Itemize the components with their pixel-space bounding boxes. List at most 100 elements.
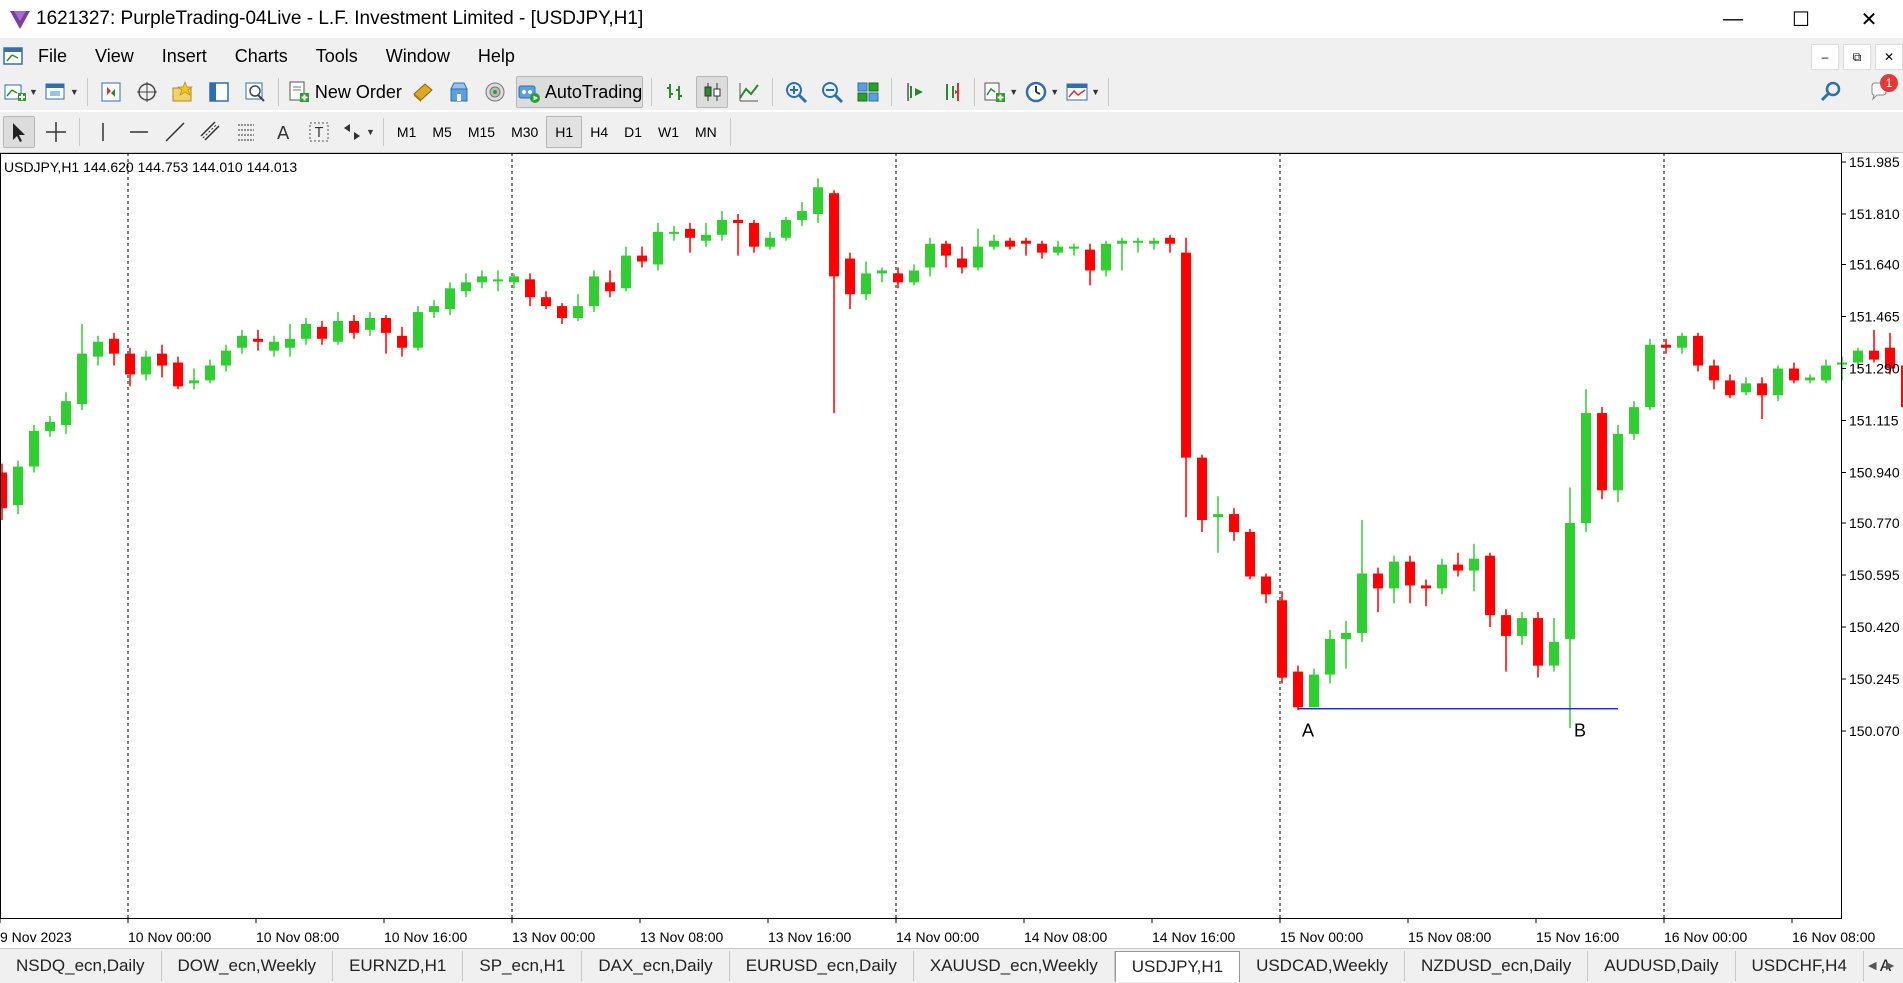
terminal-button[interactable] bbox=[204, 77, 234, 107]
standard-toolbar: ▼ ▼ New Order AutoTrading ▼ ▼ ▼ 1 bbox=[0, 74, 1903, 110]
timeframe-m1[interactable]: M1 bbox=[389, 117, 424, 147]
timeframe-m15[interactable]: M15 bbox=[460, 117, 503, 147]
horizontal-line-button[interactable] bbox=[124, 117, 154, 147]
zoom-in-button[interactable] bbox=[781, 77, 811, 107]
y-axis-label: 150.245 bbox=[1849, 671, 1900, 687]
menu-help[interactable]: Help bbox=[464, 38, 529, 74]
equidistant-channel-button[interactable] bbox=[196, 117, 226, 147]
tab-audusd-daily[interactable]: AUDUSD,Daily bbox=[1588, 951, 1736, 981]
chart-close-button[interactable]: ✕ bbox=[1875, 44, 1903, 70]
data-window-button[interactable] bbox=[132, 77, 162, 107]
market-button[interactable] bbox=[444, 77, 474, 107]
y-axis-label: 151.640 bbox=[1849, 257, 1900, 273]
templates-button[interactable]: ▼ bbox=[1065, 77, 1100, 107]
menu-view[interactable]: View bbox=[81, 38, 148, 74]
chart-restore-button[interactable]: ⧉ bbox=[1843, 44, 1871, 70]
tab-usdchf-h4[interactable]: USDCHF,H4 bbox=[1736, 951, 1864, 981]
tab-eurusd-ecn-daily[interactable]: EURUSD_ecn,Daily bbox=[730, 951, 914, 981]
trendline-button[interactable] bbox=[160, 117, 190, 147]
candle-body bbox=[221, 350, 231, 366]
strategy-tester-button[interactable] bbox=[240, 77, 270, 107]
expert-editor-button[interactable] bbox=[408, 77, 438, 107]
x-axis-label: 10 Nov 00:00 bbox=[128, 929, 211, 945]
new-order-button[interactable]: New Order bbox=[287, 77, 402, 107]
window-close-button[interactable]: ✕ bbox=[1835, 0, 1903, 38]
tab-nzdusd-ecn-daily[interactable]: NZDUSD_ecn,Daily bbox=[1405, 951, 1589, 981]
candle-body bbox=[0, 472, 7, 509]
timeframe-mn[interactable]: MN bbox=[687, 117, 725, 147]
candlestick-chart[interactable]: A B 151.985 151.810 151.640 151.465 151.290 15… bbox=[0, 153, 1903, 948]
crosshair-button[interactable] bbox=[41, 117, 71, 147]
candle-body bbox=[1389, 561, 1399, 589]
price-chart[interactable]: A B 151.985 151.810 151.640 151.465 151.290 15… bbox=[0, 153, 1903, 948]
auto-scroll-button[interactable] bbox=[900, 77, 930, 107]
tab-xauusd-ecn-weekly[interactable]: XAUUSD_ecn,Weekly bbox=[914, 951, 1115, 981]
timeframe-d1[interactable]: D1 bbox=[616, 117, 650, 147]
candlestick-chart-button[interactable] bbox=[696, 76, 729, 108]
tab-sp-ecn-h1[interactable]: SP_ecn,H1 bbox=[463, 951, 583, 981]
vertical-line-button[interactable] bbox=[88, 117, 118, 147]
arrows-button[interactable]: ▼ bbox=[340, 117, 375, 147]
candle-body bbox=[1741, 383, 1751, 393]
y-axis-label: 150.420 bbox=[1849, 619, 1900, 635]
indicators-button[interactable]: ▼ bbox=[983, 77, 1018, 107]
timeframe-h4[interactable]: H4 bbox=[582, 117, 616, 147]
clock-icon bbox=[1025, 81, 1047, 103]
signals-button[interactable] bbox=[480, 77, 510, 107]
timeframe-h1[interactable]: H1 bbox=[546, 116, 583, 148]
candle-body bbox=[1309, 674, 1319, 708]
cursor-button[interactable] bbox=[3, 116, 35, 148]
candle-body bbox=[909, 270, 919, 283]
window-minimize-button[interactable]: — bbox=[1699, 0, 1767, 38]
window-maximize-button[interactable]: ☐ bbox=[1767, 0, 1835, 38]
tab-usdcad-weekly[interactable]: USDCAD,Weekly bbox=[1240, 951, 1405, 981]
timeframe-m30[interactable]: M30 bbox=[503, 117, 546, 147]
chart-shift-button[interactable] bbox=[936, 77, 966, 107]
menu-file[interactable]: File bbox=[24, 38, 81, 74]
tile-windows-button[interactable] bbox=[853, 77, 883, 107]
timeframe-m5[interactable]: M5 bbox=[424, 117, 459, 147]
tab-usdjpy-h1[interactable]: USDJPY,H1 bbox=[1114, 950, 1241, 982]
title-bar: 1621327: PurpleTrading-04Live - L.F. Inv… bbox=[0, 0, 1903, 38]
bar-chart-button[interactable] bbox=[660, 77, 690, 107]
candle-body bbox=[1085, 249, 1095, 271]
autotrading-button[interactable]: AutoTrading bbox=[515, 76, 644, 108]
candle-body bbox=[109, 338, 119, 354]
menu-insert[interactable]: Insert bbox=[148, 38, 221, 74]
candle-body bbox=[669, 231, 679, 234]
new-order-icon bbox=[289, 81, 309, 102]
menu-tools[interactable]: Tools bbox=[302, 38, 372, 74]
menu-charts[interactable]: Charts bbox=[221, 38, 302, 74]
fibonacci-button[interactable] bbox=[232, 117, 262, 147]
profiles-button[interactable]: ▼ bbox=[44, 77, 79, 107]
line-chart-button[interactable] bbox=[734, 77, 764, 107]
candle-body bbox=[717, 219, 727, 235]
new-chart-button[interactable]: ▼ bbox=[3, 77, 38, 107]
candle-body bbox=[621, 255, 631, 289]
tab-nsdq-ecn-daily[interactable]: NSDQ_ecn,Daily bbox=[0, 951, 162, 981]
x-axis-label: 10 Nov 16:00 bbox=[384, 929, 467, 945]
candle-body bbox=[1677, 335, 1687, 348]
text-label-button[interactable]: T bbox=[304, 117, 334, 147]
text-button[interactable]: A bbox=[268, 117, 298, 147]
timeframe-w1[interactable]: W1 bbox=[650, 117, 687, 147]
search-button[interactable] bbox=[1816, 77, 1846, 107]
periods-button[interactable]: ▼ bbox=[1024, 77, 1059, 107]
trendline-icon bbox=[165, 122, 185, 142]
zoom-out-button[interactable] bbox=[817, 77, 847, 107]
candle-body bbox=[685, 228, 695, 238]
chart-minimize-button[interactable]: – bbox=[1811, 44, 1839, 70]
x-axis-label: 15 Nov 00:00 bbox=[1280, 929, 1363, 945]
tab-dow-ecn-weekly[interactable]: DOW_ecn,Weekly bbox=[162, 951, 334, 981]
candle-body bbox=[173, 362, 183, 387]
chevron-down-icon: ▼ bbox=[69, 87, 79, 97]
navigator-button[interactable] bbox=[168, 77, 198, 107]
candle-body bbox=[381, 317, 391, 333]
menu-window[interactable]: Window bbox=[372, 38, 464, 74]
tab-eurnzd-h1[interactable]: EURNZD,H1 bbox=[333, 951, 464, 981]
tab-scroll-arrows-icon[interactable]: ◄ ► bbox=[1865, 957, 1897, 973]
chart-window-icon[interactable] bbox=[2, 45, 24, 67]
tab-dax-ecn-daily[interactable]: DAX_ecn,Daily bbox=[582, 951, 730, 981]
market-watch-button[interactable] bbox=[96, 77, 126, 107]
notifications-button[interactable]: 1 bbox=[1866, 74, 1898, 107]
